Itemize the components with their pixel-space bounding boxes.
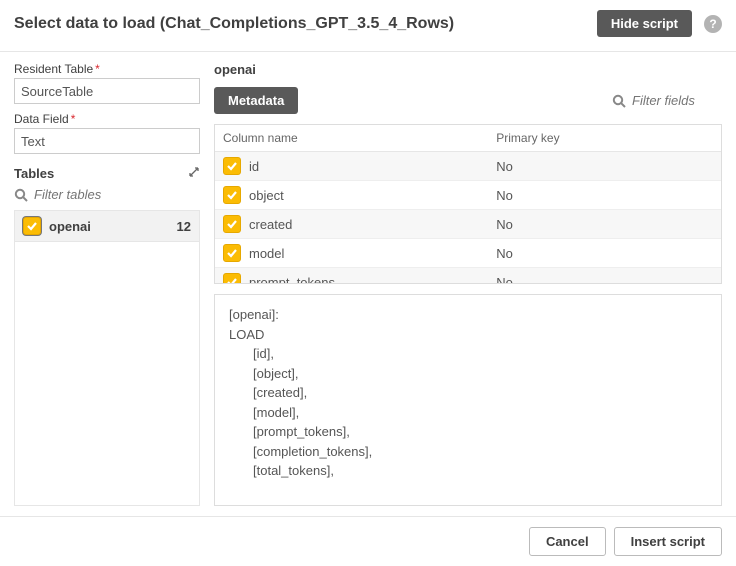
filter-tables-row (14, 187, 200, 202)
columns-body: idNoobjectNocreatedNomodelNoprompt_token… (215, 152, 721, 283)
selected-table-name: openai (214, 62, 722, 77)
hide-script-button[interactable]: Hide script (597, 10, 692, 37)
table-count: 12 (177, 219, 191, 234)
filter-fields-input[interactable] (632, 93, 722, 108)
dialog-header: Select data to load (Chat_Completions_GP… (0, 0, 736, 52)
search-icon (612, 94, 626, 108)
data-field-label: Data Field* (14, 112, 200, 126)
column-pk-cell: No (488, 212, 721, 237)
table-name: openai (49, 219, 177, 234)
column-name: id (249, 159, 259, 174)
script-line: [model], (229, 403, 707, 423)
filter-fields-row (612, 93, 722, 108)
checkbox-icon[interactable] (23, 217, 41, 235)
column-name-cell: prompt_tokens (215, 268, 488, 283)
metadata-row: Metadata (214, 87, 722, 114)
column-pk-cell: No (488, 270, 721, 284)
column-header-name[interactable]: Column name (215, 125, 488, 151)
left-panel: Resident Table* Data Field* Tables opena… (0, 52, 200, 516)
column-pk-cell: No (488, 241, 721, 266)
dialog-title: Select data to load (Chat_Completions_GP… (14, 15, 597, 33)
dialog-footer: Cancel Insert script (0, 516, 736, 566)
columns-scroll[interactable]: Column name Primary key idNoobjectNocrea… (215, 125, 721, 283)
column-pk-cell: No (488, 154, 721, 179)
script-line: [object], (229, 364, 707, 384)
checkbox-icon[interactable] (223, 186, 241, 204)
tables-list: openai12 (14, 210, 200, 506)
column-name-cell: created (215, 210, 488, 238)
checkbox-icon[interactable] (223, 215, 241, 233)
script-line: [openai]: (229, 305, 707, 325)
column-name: object (249, 188, 284, 203)
tables-header: Tables (14, 166, 200, 181)
column-name: model (249, 246, 284, 261)
metadata-button[interactable]: Metadata (214, 87, 298, 114)
column-pk-cell: No (488, 183, 721, 208)
script-line: [total_tokens], (229, 461, 707, 481)
column-row[interactable]: created No (215, 210, 721, 239)
script-line: [id], (229, 344, 707, 364)
search-icon (14, 188, 28, 202)
insert-script-button[interactable]: Insert script (614, 527, 722, 556)
resident-table-label: Resident Table* (14, 62, 200, 76)
help-icon[interactable]: ? (704, 15, 722, 33)
resident-table-label-text: Resident Table (14, 62, 93, 76)
script-line: LOAD (229, 325, 707, 345)
column-row[interactable]: prompt_tokens No (215, 268, 721, 283)
collapse-icon[interactable] (188, 166, 200, 181)
columns-table: Column name Primary key idNoobjectNocrea… (214, 124, 722, 284)
cancel-button[interactable]: Cancel (529, 527, 606, 556)
required-marker: * (71, 112, 76, 126)
script-line: [created], (229, 383, 707, 403)
data-field-label-text: Data Field (14, 112, 69, 126)
column-row[interactable]: model No (215, 239, 721, 268)
tables-heading: Tables (14, 166, 188, 181)
column-name: created (249, 217, 292, 232)
filter-tables-input[interactable] (34, 187, 212, 202)
column-row[interactable]: object No (215, 181, 721, 210)
script-line: [completion_tokens], (229, 442, 707, 462)
resident-table-input[interactable] (14, 78, 200, 104)
right-panel: openai Metadata Column name Primary key (200, 52, 736, 516)
column-name: prompt_tokens (249, 275, 335, 284)
column-name-cell: object (215, 181, 488, 209)
required-marker: * (95, 62, 100, 76)
script-line: [prompt_tokens], (229, 422, 707, 442)
column-name-cell: id (215, 152, 488, 180)
table-row[interactable]: openai12 (15, 211, 199, 242)
checkbox-icon[interactable] (223, 273, 241, 283)
columns-header-row: Column name Primary key (215, 125, 721, 152)
script-preview[interactable]: [openai]:LOAD[id],[object],[created],[mo… (214, 294, 722, 506)
checkbox-icon[interactable] (223, 157, 241, 175)
column-name-cell: model (215, 239, 488, 267)
column-row[interactable]: id No (215, 152, 721, 181)
select-data-dialog: Select data to load (Chat_Completions_GP… (0, 0, 736, 566)
checkbox-icon[interactable] (223, 244, 241, 262)
column-header-pk[interactable]: Primary key (488, 125, 721, 151)
data-field-input[interactable] (14, 128, 200, 154)
dialog-body: Resident Table* Data Field* Tables opena… (0, 52, 736, 516)
